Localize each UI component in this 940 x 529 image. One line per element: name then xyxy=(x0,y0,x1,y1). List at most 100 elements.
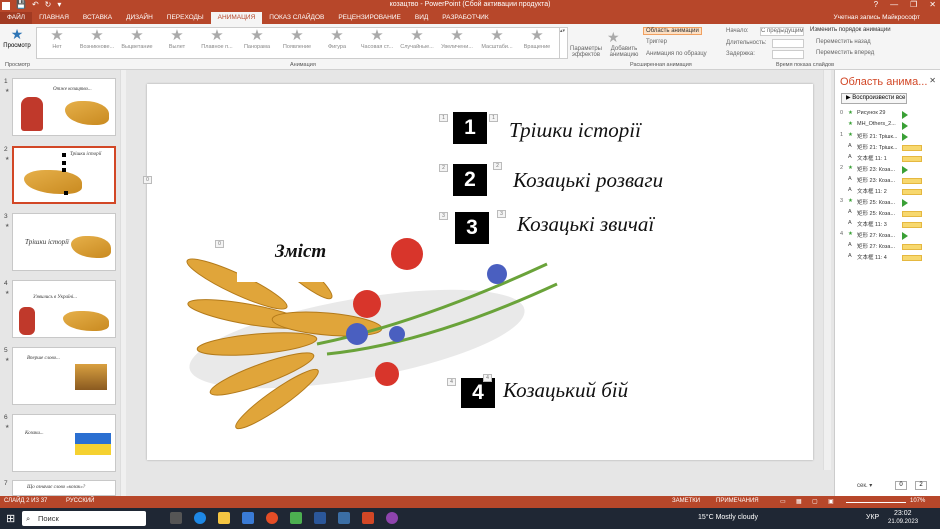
close-button[interactable]: ✕ xyxy=(929,0,936,9)
animation-tag[interactable]: 0 xyxy=(215,240,224,248)
help-button[interactable]: ? xyxy=(874,0,878,9)
powerpoint-taskbar-icon[interactable] xyxy=(362,512,374,524)
animation-pane-button[interactable]: Область анимации xyxy=(643,27,702,35)
zoom-level[interactable]: 107% xyxy=(910,498,925,504)
slide-thumbnail-4[interactable]: З'явились в Україні... xyxy=(12,280,116,338)
weather-status[interactable]: 15°C Mostly cloudy xyxy=(698,514,758,521)
animation-timeline-bar[interactable] xyxy=(902,189,922,195)
canvas-scrollbar[interactable] xyxy=(823,70,831,470)
slide-thumbnail-7[interactable]: Що означає слово «козак»? xyxy=(12,480,116,496)
effect-item[interactable]: ★ Возникнове... xyxy=(77,28,117,58)
effect-item[interactable]: ★ Масштаби... xyxy=(477,28,517,58)
animation-list-item[interactable]: A 矩形 23: Коза... xyxy=(839,176,939,186)
move-earlier-button[interactable]: Переместить назад xyxy=(816,39,871,45)
animation-tag[interactable]: 2 xyxy=(493,162,502,170)
windows-start-icon[interactable]: ⊞ xyxy=(6,512,15,525)
comments-button[interactable]: ПРИМЕЧАНИЯ xyxy=(716,498,759,504)
item-text-4[interactable]: Козацький бій xyxy=(503,378,628,403)
item-number-box[interactable]: 4 xyxy=(461,378,495,408)
animation-timeline-bar[interactable] xyxy=(902,166,908,174)
animation-timeline-bar[interactable] xyxy=(902,133,908,141)
start-select[interactable]: С предыдущим xyxy=(760,27,804,36)
animation-tag[interactable]: 3 xyxy=(439,212,448,220)
seconds-dropdown[interactable]: сек. ▾ xyxy=(857,482,872,489)
clock-time[interactable]: 23:02 xyxy=(894,510,912,517)
account-link[interactable]: Учетная запись Майкрософт xyxy=(833,14,920,21)
animation-list-item[interactable]: 1 ★ 矩形 21: Трішк... xyxy=(839,132,939,142)
item-number-box[interactable]: 3 xyxy=(455,212,489,244)
slide-thumbnail-6[interactable]: Козаки... xyxy=(12,414,116,472)
effect-item[interactable]: ★ Появление xyxy=(277,28,317,58)
effect-item[interactable]: ★ Вылет xyxy=(157,28,197,58)
move-later-button[interactable]: Переместить вперед xyxy=(816,50,874,56)
effect-item[interactable]: ★ Панорама xyxy=(237,28,277,58)
delay-input[interactable] xyxy=(772,50,804,59)
task-view-icon[interactable] xyxy=(170,512,182,524)
animation-list-item[interactable]: A 文本框 11: 4 xyxy=(839,253,939,263)
slides-scrollbar[interactable] xyxy=(120,70,126,496)
gallery-scroll-arrows[interactable]: ▴▾ xyxy=(559,28,567,58)
zoom-slider[interactable] xyxy=(846,502,906,503)
app-icon[interactable] xyxy=(386,512,398,524)
close-icon[interactable]: ✕ xyxy=(929,76,936,85)
normal-view-icon[interactable]: ▭ xyxy=(780,498,786,505)
effect-item[interactable]: ★ Выцветание xyxy=(117,28,157,58)
animation-list-item[interactable]: 0 ★ Рисунок 29 xyxy=(839,110,939,120)
animation-timeline-bar[interactable] xyxy=(902,178,922,184)
animation-timeline-bar[interactable] xyxy=(902,156,922,162)
duration-input[interactable] xyxy=(772,39,804,48)
item-number-box[interactable]: 1 xyxy=(453,112,487,144)
animation-timeline-bar[interactable] xyxy=(902,222,922,228)
file-explorer-icon[interactable] xyxy=(218,512,230,524)
item-text-2[interactable]: Козацькі розваги xyxy=(513,168,663,193)
word-icon[interactable] xyxy=(314,512,326,524)
animation-list-item[interactable]: 2 ★ 矩形 23: Коза... xyxy=(839,165,939,175)
animation-list-item[interactable]: 4 ★ 矩形 27: Коза... xyxy=(839,231,939,241)
tab-view[interactable]: ВИД xyxy=(408,12,435,24)
animation-tag[interactable]: 1 xyxy=(439,114,448,122)
chrome-icon[interactable] xyxy=(266,512,278,524)
tab-developer[interactable]: РАЗРАБОТЧИК xyxy=(435,12,495,24)
animation-timeline-bar[interactable] xyxy=(902,244,922,250)
animation-list-item[interactable]: A 文本框 11: 3 xyxy=(839,220,939,230)
reading-view-icon[interactable]: ▢ xyxy=(812,498,818,505)
tab-slideshow[interactable]: ПОКАЗ СЛАЙДОВ xyxy=(262,12,331,24)
effect-item[interactable]: ★ Фигура xyxy=(317,28,357,58)
effect-item[interactable]: ★ Вращение xyxy=(517,28,557,58)
notes-button[interactable]: ЗАМЕТКИ xyxy=(672,498,700,504)
tab-animations[interactable]: АНИМАЦИЯ xyxy=(210,12,263,24)
animation-timeline-bar[interactable] xyxy=(902,199,908,207)
animation-tag[interactable]: 1 xyxy=(489,114,498,122)
preview-button[interactable]: ★ Просмотр xyxy=(2,26,32,49)
animation-tag[interactable]: 4 xyxy=(483,374,492,382)
slide-thumbnail-2[interactable]: Трішки історії xyxy=(12,146,116,204)
animation-list-item[interactable]: ★ MH_Others_2... xyxy=(839,121,939,131)
trigger-button[interactable]: Триггер xyxy=(646,39,667,45)
animation-tag[interactable]: 3 xyxy=(497,210,506,218)
minimize-button[interactable]: — xyxy=(890,0,898,9)
tab-insert[interactable]: ВСТАВКА xyxy=(76,12,119,24)
effect-item[interactable]: ★ Нет xyxy=(37,28,77,58)
play-all-button[interactable]: ▶ Воспроизвести все xyxy=(841,93,907,104)
timeline-from[interactable]: 0 xyxy=(895,481,907,490)
animation-list-item[interactable]: A 矩形 25: Коза... xyxy=(839,209,939,219)
animation-list-item[interactable]: A 文本框 11: 2 xyxy=(839,187,939,197)
tab-transitions[interactable]: ПЕРЕХОДЫ xyxy=(160,12,211,24)
slideshow-view-icon[interactable]: ▣ xyxy=(828,498,834,505)
add-animation-button[interactable]: Добавить анимацию xyxy=(606,46,642,58)
animation-timeline-bar[interactable] xyxy=(902,145,922,151)
animation-timeline-bar[interactable] xyxy=(902,111,908,119)
slide-thumbnail-1[interactable]: Отже козацтво... xyxy=(12,78,116,136)
effect-item[interactable]: ★ Увеличени... xyxy=(437,28,477,58)
item-text-3[interactable]: Козацькі звичаї xyxy=(517,212,654,237)
effect-options-button[interactable]: Параметры эффектов xyxy=(570,46,602,58)
language-status[interactable]: РУССКИЙ xyxy=(66,498,94,504)
slide-thumbnail-5[interactable]: Вперше слово... xyxy=(12,347,116,405)
app-icon[interactable] xyxy=(290,512,302,524)
keyboard-language[interactable]: УКР xyxy=(866,514,879,521)
animation-timeline-bar[interactable] xyxy=(902,211,922,217)
animation-timeline-bar[interactable] xyxy=(902,122,908,130)
tab-file[interactable]: ФАЙЛ xyxy=(0,12,33,24)
tab-review[interactable]: РЕЦЕНЗИРОВАНИЕ xyxy=(331,12,408,24)
slide-thumbnail-3[interactable]: Трішки історії xyxy=(12,213,116,271)
